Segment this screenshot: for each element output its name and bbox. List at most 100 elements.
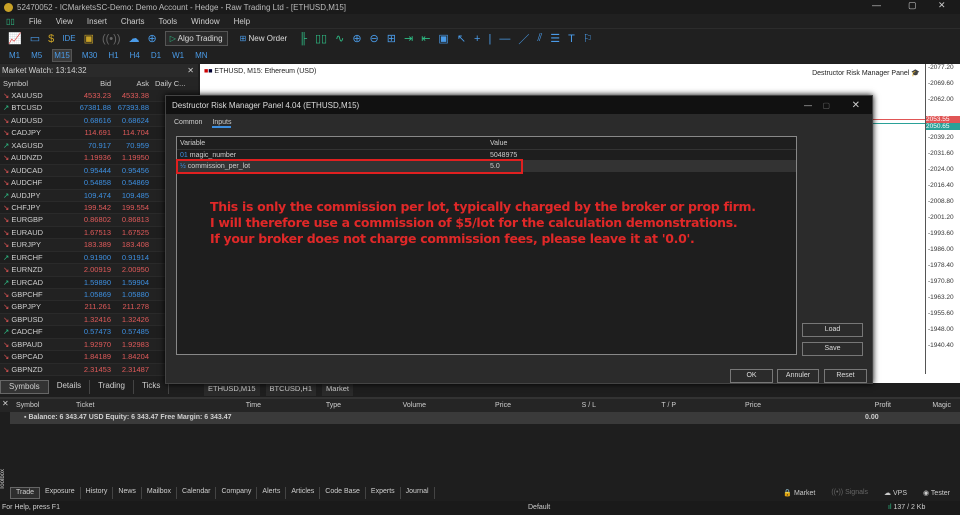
algo-trading-button[interactable]: ▷ Algo Trading xyxy=(164,31,228,46)
screenshot-icon[interactable]: ▣ xyxy=(438,32,448,45)
timeframe-h4[interactable]: H4 xyxy=(129,50,141,61)
new-order-button[interactable]: ⊞ New Order xyxy=(236,32,292,45)
line-chart-icon[interactable]: ∿ xyxy=(335,32,344,45)
column-header[interactable]: Volume xyxy=(341,399,426,412)
close-icon[interactable]: ✕ xyxy=(187,64,194,77)
tab-trading[interactable]: Trading xyxy=(90,380,134,394)
column-header[interactable]: Ticket xyxy=(76,399,166,412)
market-icon[interactable]: ▣ xyxy=(84,32,94,45)
timeframe-h1[interactable]: H1 xyxy=(107,50,119,61)
tab-calendar[interactable]: Calendar xyxy=(177,487,217,499)
tab-articles[interactable]: Articles xyxy=(286,487,321,499)
symbol-cell: ↘ CADJPY xyxy=(0,127,75,138)
tab-alerts[interactable]: Alerts xyxy=(257,487,287,499)
ok-button[interactable]: OK xyxy=(730,369,773,383)
horizontal-line-icon[interactable]: — xyxy=(499,33,510,45)
timeframe-d1[interactable]: D1 xyxy=(150,50,162,61)
zoom-in-icon[interactable]: ⊕ xyxy=(352,32,361,45)
tab-mailbox[interactable]: Mailbox xyxy=(142,487,178,499)
menu-tools[interactable]: Tools xyxy=(158,17,177,26)
load-button[interactable]: Load xyxy=(802,323,863,337)
cursor-icon[interactable]: ↖ xyxy=(457,32,466,45)
chart-tab[interactable]: Market xyxy=(322,383,353,396)
profiles-icon[interactable]: ▭ xyxy=(30,32,40,45)
bid-cell: 0.91900 xyxy=(83,252,111,262)
tab-code-base[interactable]: Code Base xyxy=(320,487,366,499)
tab-experts[interactable]: Experts xyxy=(366,487,401,499)
channel-icon[interactable]: ⫽ xyxy=(537,32,542,45)
text-icon[interactable]: T xyxy=(568,33,575,45)
reset-button[interactable]: Reset xyxy=(824,369,867,383)
timeframe-mn[interactable]: MN xyxy=(194,50,208,61)
chart-shift-icon[interactable]: ⇤ xyxy=(421,32,430,45)
ask-cell: 211.278 xyxy=(122,302,149,312)
candle-chart-icon[interactable]: ▯▯ xyxy=(315,32,327,45)
tab-common[interactable]: Common xyxy=(174,119,202,128)
close-button[interactable]: ✕ xyxy=(938,0,946,11)
vps-link[interactable]: ☁ VPS xyxy=(879,488,912,498)
cancel-button[interactable]: Annuler xyxy=(777,369,819,383)
zoom-out-icon[interactable]: ⊖ xyxy=(370,32,379,45)
market-link[interactable]: 🔒 Market xyxy=(778,488,820,498)
minimize-button[interactable]: — xyxy=(872,0,881,10)
price-axis[interactable]: -2077.20-2069.60-2062.00-2046.80-2039.20… xyxy=(925,64,960,374)
dollar-icon[interactable]: $ xyxy=(48,33,54,45)
timeframe-m30[interactable]: M30 xyxy=(81,50,99,61)
menu-view[interactable]: View xyxy=(56,17,73,26)
autoscroll-icon[interactable]: ⇥ xyxy=(404,32,413,45)
close-icon[interactable]: ✕ xyxy=(2,399,9,408)
ask-cell: 109.485 xyxy=(121,190,149,200)
save-button[interactable]: Save xyxy=(802,342,863,356)
signal-icon[interactable]: ((•)) xyxy=(102,33,121,45)
timeframe-m15[interactable]: M15 xyxy=(52,49,72,62)
tab-trade[interactable]: Trade xyxy=(10,487,41,499)
menu-file[interactable]: File xyxy=(29,17,42,26)
timeframe-m5[interactable]: M5 xyxy=(30,50,43,61)
column-header[interactable]: S / L xyxy=(511,399,596,412)
signals-link[interactable]: ((•)) Signals xyxy=(826,488,873,498)
tab-symbols[interactable]: Symbols xyxy=(0,380,49,394)
column-header[interactable]: Profit xyxy=(761,399,891,412)
vps-icon[interactable]: ⊕ xyxy=(148,32,157,45)
column-header[interactable]: Time xyxy=(166,399,261,412)
column-header[interactable]: Symbol xyxy=(16,399,76,412)
menu-window[interactable]: Window xyxy=(191,17,219,26)
price-tick: -1986.00 xyxy=(928,246,954,253)
tab-inputs[interactable]: Inputs xyxy=(212,119,232,128)
menu-insert[interactable]: Insert xyxy=(87,17,107,26)
tab-history[interactable]: History xyxy=(81,487,114,499)
new-chart-icon[interactable]: 📈 xyxy=(8,32,22,45)
maximize-button[interactable]: ▢ xyxy=(822,101,830,110)
minimize-button[interactable]: — xyxy=(804,101,812,110)
menu-help[interactable]: Help xyxy=(234,17,250,26)
column-header[interactable]: Magic xyxy=(891,399,951,412)
tab-exposure[interactable]: Exposure xyxy=(40,487,81,499)
close-button[interactable]: ✕ xyxy=(852,100,860,111)
menu-charts[interactable]: Charts xyxy=(121,17,145,26)
tab-news[interactable]: News xyxy=(113,487,142,499)
vertical-line-icon[interactable]: | xyxy=(488,33,491,45)
shapes-icon[interactable]: ⚐ xyxy=(583,32,593,45)
column-header[interactable]: Type xyxy=(261,399,341,412)
column-header[interactable]: Price xyxy=(426,399,511,412)
market-watch-header: Symbol Bid Ask Daily C... xyxy=(0,77,198,90)
crosshair-icon[interactable]: + xyxy=(474,33,480,45)
cloud-icon[interactable]: ☁ xyxy=(129,32,140,45)
maximize-button[interactable]: ▢ xyxy=(908,0,917,11)
fibo-icon[interactable]: ☰ xyxy=(550,32,560,45)
column-header[interactable]: T / P xyxy=(596,399,676,412)
chart-tab[interactable]: ETHUSD,M15 xyxy=(204,383,260,396)
timeframe-w1[interactable]: W1 xyxy=(171,50,185,61)
chart-tab[interactable]: BTCUSD,H1 xyxy=(265,383,317,396)
tab-journal[interactable]: Journal xyxy=(401,487,435,499)
tab-details[interactable]: Details xyxy=(49,380,91,394)
timeframe-m1[interactable]: M1 xyxy=(8,50,21,61)
ask-cell: 0.95456 xyxy=(121,165,149,175)
tester-link[interactable]: ◉ Tester xyxy=(918,488,955,498)
grid-icon[interactable]: ⊞ xyxy=(387,32,396,45)
bar-chart-icon[interactable]: ╟ xyxy=(299,33,307,45)
trendline-icon[interactable]: ／ xyxy=(518,31,529,47)
tab-company[interactable]: Company xyxy=(216,487,258,499)
ide-button[interactable]: IDE xyxy=(62,34,75,43)
column-header[interactable]: Price xyxy=(676,399,761,412)
